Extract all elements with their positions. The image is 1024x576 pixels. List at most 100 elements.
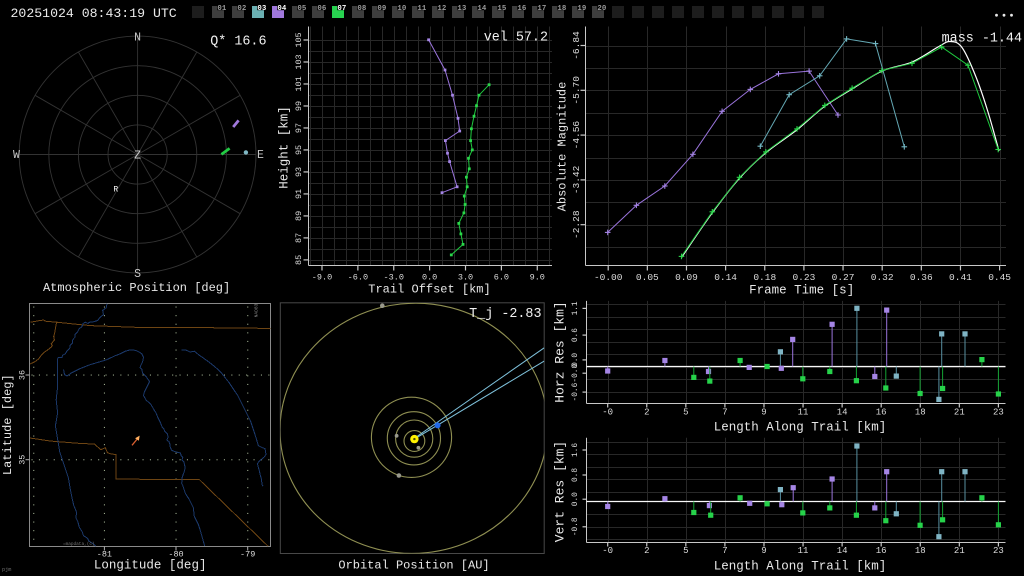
svg-text:97: 97 (294, 123, 304, 133)
svg-text:N: N (134, 32, 141, 45)
svg-text:07: 07 (337, 5, 346, 13)
svg-text:89: 89 (294, 211, 304, 221)
svg-text:6.0: 6.0 (494, 273, 509, 283)
svg-text:11: 11 (798, 408, 809, 418)
svg-text:9: 9 (761, 546, 766, 556)
svg-text:0.18: 0.18 (753, 272, 776, 283)
svg-text:18: 18 (915, 546, 926, 556)
svg-text:0.45: 0.45 (988, 272, 1011, 283)
svg-text:-4.56: -4.56 (571, 121, 582, 150)
svg-text:95: 95 (294, 145, 304, 155)
svg-text:Frame Time [s]: Frame Time [s] (749, 283, 854, 297)
svg-text:05: 05 (297, 5, 306, 13)
svg-text:1.6: 1.6 (572, 443, 580, 457)
svg-text:Length Along Trail [km]: Length Along Trail [km] (714, 560, 887, 574)
svg-text:13: 13 (457, 5, 466, 13)
svg-text:-0: -0 (602, 408, 613, 418)
svg-text:16: 16 (876, 408, 887, 418)
svg-text:20251024 08:43:19 UTC: 20251024 08:43:19 UTC (11, 6, 177, 21)
svg-text:-0.8: -0.8 (572, 517, 580, 536)
svg-text:2: 2 (644, 546, 649, 556)
svg-text:36: 36 (18, 370, 28, 380)
svg-text:18: 18 (557, 5, 566, 13)
svg-text:09: 09 (377, 5, 386, 13)
svg-text:-0.00: -0.00 (594, 272, 623, 283)
svg-text:0.6: 0.6 (572, 328, 580, 342)
svg-text:18: 18 (915, 408, 926, 418)
svg-text:9: 9 (761, 408, 766, 418)
svg-text:17: 17 (537, 5, 546, 13)
svg-text:-9.0: -9.0 (312, 273, 332, 283)
svg-text:0.05: 0.05 (636, 272, 659, 283)
svg-text:1.1: 1.1 (572, 301, 580, 315)
svg-text:19: 19 (577, 5, 586, 13)
svg-text:mass -1.44: mass -1.44 (942, 32, 1022, 47)
svg-text:Z: Z (134, 150, 141, 163)
svg-text:R: R (113, 186, 118, 195)
svg-text:Length Along Trail [km]: Length Along Trail [km] (714, 421, 887, 435)
svg-text:93: 93 (294, 167, 304, 177)
svg-text:-79: -79 (240, 550, 255, 560)
svg-text:87: 87 (294, 233, 304, 243)
svg-text:5: 5 (683, 546, 688, 556)
svg-text:-2.28: -2.28 (571, 210, 582, 239)
svg-text:02: 02 (237, 5, 246, 13)
svg-text:0.23: 0.23 (792, 272, 815, 283)
svg-text:85: 85 (294, 255, 304, 265)
svg-text:23: 23 (993, 408, 1004, 418)
svg-text:0.8: 0.8 (572, 468, 580, 482)
svg-text:11: 11 (417, 5, 426, 13)
svg-text:0.0: 0.0 (422, 273, 437, 283)
svg-text:14: 14 (837, 408, 848, 418)
svg-text:105: 105 (294, 32, 304, 47)
svg-text:Q* 16.6: Q* 16.6 (210, 35, 266, 50)
svg-text:16: 16 (876, 546, 887, 556)
svg-text:11: 11 (798, 546, 809, 556)
svg-text:-3.42: -3.42 (571, 165, 582, 194)
svg-text:W: W (13, 149, 20, 162)
svg-text:T_j -2.83: T_j -2.83 (469, 307, 541, 322)
svg-text:Atmospheric Position [deg]: Atmospheric Position [deg] (43, 281, 230, 295)
svg-text:E: E (257, 149, 264, 162)
svg-text:01: 01 (217, 5, 226, 13)
svg-text:0.27: 0.27 (832, 272, 855, 283)
svg-text:0.32: 0.32 (871, 272, 894, 283)
svg-text:2: 2 (644, 408, 649, 418)
svg-text:Absolute Magnitude: Absolute Magnitude (556, 82, 570, 212)
svg-text:14: 14 (477, 5, 486, 13)
svg-text:0.36: 0.36 (910, 272, 933, 283)
svg-text:=mapdata,(c): =mapdata,(c) (63, 542, 95, 547)
svg-text:-0.6: -0.6 (572, 382, 580, 401)
svg-text:Trail Offset [km]: Trail Offset [km] (368, 283, 490, 297)
svg-text:03: 03 (257, 5, 266, 13)
svg-text:20: 20 (597, 5, 606, 13)
svg-text:9.0: 9.0 (530, 273, 545, 283)
svg-text:04: 04 (277, 5, 286, 13)
svg-text:12: 12 (437, 5, 446, 13)
svg-text:21: 21 (954, 408, 965, 418)
svg-text:3.0: 3.0 (458, 273, 473, 283)
svg-text:Latitude [deg]: Latitude [deg] (1, 374, 15, 475)
svg-text:Orbital Position [AU]: Orbital Position [AU] (338, 559, 489, 573)
svg-text:-6.0: -6.0 (348, 273, 368, 283)
svg-text:99: 99 (294, 101, 304, 111)
svg-text:vel 57.2: vel 57.2 (484, 31, 548, 46)
svg-text:0.41: 0.41 (949, 272, 972, 283)
svg-text:Longitude [deg]: Longitude [deg] (94, 559, 207, 573)
svg-text:0.14: 0.14 (714, 272, 737, 283)
svg-text:0.09: 0.09 (675, 272, 698, 283)
svg-text:15: 15 (497, 5, 506, 13)
svg-text:5: 5 (683, 408, 688, 418)
svg-text:-0: -0 (602, 546, 613, 556)
svg-text:-6.84: -6.84 (571, 31, 582, 60)
svg-text:21: 21 (954, 546, 965, 556)
svg-text:-3.0: -3.0 (384, 273, 404, 283)
svg-text:08: 08 (357, 5, 366, 13)
svg-text:pjm: pjm (2, 567, 11, 573)
svg-text:23: 23 (993, 546, 1004, 556)
svg-text:S: S (134, 268, 141, 281)
svg-text:Height [km]: Height [km] (278, 106, 292, 189)
svg-text:-0.0: -0.0 (572, 364, 580, 383)
svg-text:16: 16 (517, 5, 526, 13)
svg-text:7: 7 (722, 408, 727, 418)
